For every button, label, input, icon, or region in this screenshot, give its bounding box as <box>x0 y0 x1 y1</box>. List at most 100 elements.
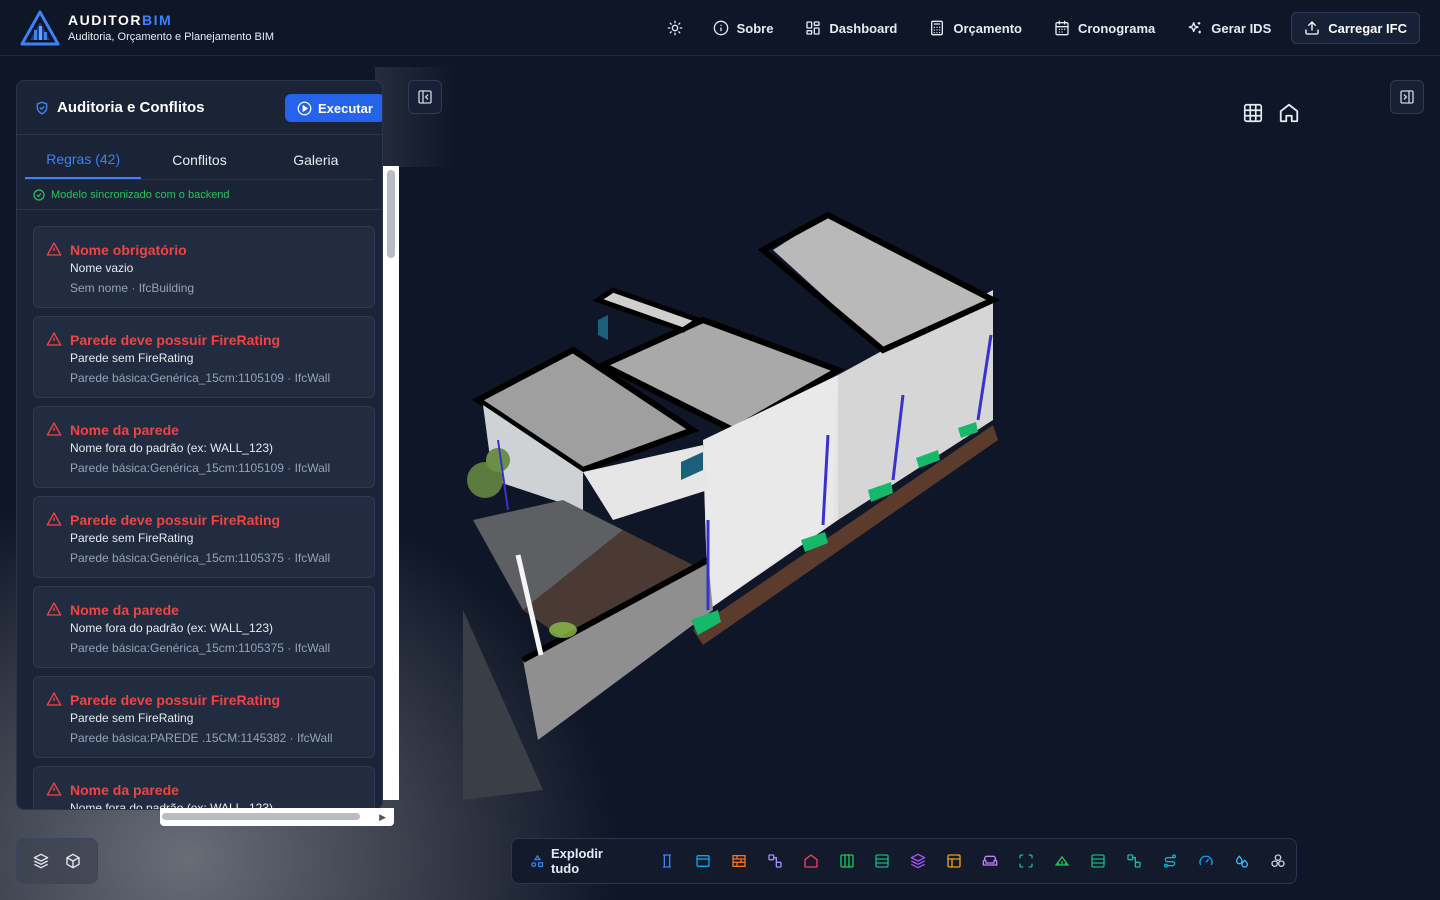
tool-components[interactable] <box>1260 843 1296 879</box>
scan-icon <box>1019 854 1034 868</box>
scroll-right-arrow-icon[interactable]: ▶ <box>379 812 386 823</box>
brand-name: AUDITORBIM <box>68 12 173 28</box>
rule-meta: Parede básica:Genérica_15cm:1105109 · If… <box>70 461 331 475</box>
nav-gerar-ids[interactable]: Gerar IDS <box>1171 12 1287 44</box>
column-icon <box>662 854 671 868</box>
panel-tabs: Regras (42) Conflitos Galeria <box>25 135 374 180</box>
tool-connection[interactable] <box>757 843 793 879</box>
model-toolbar: Explodir tudo <box>511 838 1297 884</box>
check-circle-icon <box>33 188 45 201</box>
route-icon <box>1164 854 1177 868</box>
building-3d-model[interactable] <box>463 190 1023 800</box>
rule-title: Parede deve possuir FireRating <box>70 692 281 708</box>
warning-triangle-icon <box>46 602 62 616</box>
tool-columns[interactable] <box>829 843 865 879</box>
warning-triangle-icon <box>46 242 62 256</box>
warning-triangle-icon <box>46 782 62 796</box>
tab-galeria[interactable]: Galeria <box>258 135 374 179</box>
boxes-icon <box>1271 854 1285 867</box>
tool-window[interactable] <box>685 843 721 879</box>
rule-title: Parede deve possuir FireRating <box>70 512 281 528</box>
columns-icon <box>839 854 854 868</box>
scroll-thumb[interactable] <box>387 170 395 258</box>
rule-meta: Parede básica:Genérica_15cm:1105109 · If… <box>70 371 331 385</box>
calculator-icon <box>931 20 944 36</box>
rule-card[interactable]: Parede deve possuir FireRating Parede se… <box>33 676 375 758</box>
rule-meta: Parede básica:PAREDE .15CM:1145382 · Ifc… <box>70 731 333 745</box>
nav-sobre[interactable]: Sobre <box>697 12 790 44</box>
table-icon <box>1091 854 1105 868</box>
tool-drops[interactable] <box>1224 843 1260 879</box>
rule-card[interactable]: Nome da parede Nome fora do padrão (ex: … <box>33 766 375 809</box>
rules-list: Nome obrigatório Nome vazio Sem nome · I… <box>17 210 382 809</box>
panel-header: Auditoria e Conflitos Executar <box>17 81 382 135</box>
scroll-thumb[interactable] <box>162 813 360 820</box>
tool-slabs[interactable] <box>864 843 900 879</box>
droplets-icon <box>1236 855 1249 868</box>
tool-gauge[interactable] <box>1188 843 1224 879</box>
tool-route[interactable] <box>1152 843 1188 879</box>
explode-all-button[interactable]: Explodir tudo <box>530 846 635 876</box>
tool-layers[interactable] <box>900 843 936 879</box>
rule-message: Nome vazio <box>70 261 134 275</box>
tool-brick-wall[interactable] <box>721 843 757 879</box>
rule-message: Parede sem FireRating <box>70 531 194 545</box>
brand[interactable]: AUDITORBIM Auditoria, Orçamento e Planej… <box>20 10 274 46</box>
home-icon[interactable] <box>1278 102 1300 124</box>
rule-meta: Parede básica:Genérica_15cm:1105375 · If… <box>70 551 331 565</box>
rule-card[interactable]: Parede deve possuir FireRating Parede se… <box>33 496 375 578</box>
sparkles-icon <box>1188 22 1202 34</box>
theme-toggle-button[interactable] <box>653 12 697 44</box>
run-audit-button[interactable]: Executar <box>285 94 382 122</box>
connection-icon <box>767 854 782 868</box>
explode-icon <box>531 854 544 867</box>
tool-layout[interactable] <box>936 843 972 879</box>
tool-focus[interactable] <box>1008 843 1044 879</box>
warning-triangle-icon <box>46 422 62 436</box>
link-icon <box>1127 854 1141 868</box>
tool-building[interactable] <box>793 843 829 879</box>
panel-horizontal-scrollbar[interactable]: ▶ <box>160 808 394 826</box>
nav-dashboard[interactable]: Dashboard <box>789 12 913 44</box>
tab-regras[interactable]: Regras (42) <box>25 135 142 179</box>
rows-icon <box>875 854 890 868</box>
rule-message: Parede sem FireRating <box>70 351 194 365</box>
rule-card[interactable]: Nome obrigatório Nome vazio Sem nome · I… <box>33 226 375 308</box>
layers-icon[interactable] <box>33 853 49 869</box>
info-icon <box>713 20 728 36</box>
tool-column[interactable] <box>649 843 685 879</box>
panel-vertical-scrollbar[interactable] <box>383 166 399 800</box>
gauge-icon <box>1199 855 1213 866</box>
rule-title: Parede deve possuir FireRating <box>70 332 281 348</box>
grid-icon[interactable] <box>1242 102 1264 124</box>
rule-card[interactable]: Parede deve possuir FireRating Parede se… <box>33 316 375 398</box>
house-icon <box>803 854 818 868</box>
layers-icon <box>911 853 926 869</box>
sofa-icon <box>983 855 998 866</box>
tab-conflitos[interactable]: Conflitos <box>141 135 257 179</box>
rule-title: Nome obrigatório <box>70 242 187 258</box>
nav-cronograma[interactable]: Cronograma <box>1038 12 1171 44</box>
rule-message: Nome fora do padrão (ex: WALL_123) <box>70 441 273 455</box>
tool-roof[interactable] <box>1044 843 1080 879</box>
rule-title: Nome da parede <box>70 782 179 798</box>
collapse-left-panel-button[interactable] <box>408 80 442 114</box>
upload-ifc-button[interactable]: Carregar IFC <box>1291 12 1420 44</box>
viewer-top-tools <box>1242 102 1300 124</box>
rule-message: Parede sem FireRating <box>70 711 194 725</box>
tool-link[interactable] <box>1116 843 1152 879</box>
window-icon <box>695 855 710 867</box>
tool-table[interactable] <box>1080 843 1116 879</box>
panel-right-icon <box>1400 90 1414 104</box>
dashboard-icon <box>806 21 821 35</box>
rule-message: Nome fora do padrão (ex: WALL_123) <box>70 621 273 635</box>
rule-meta: Sem nome · IfcBuilding <box>70 281 195 295</box>
panel-title: Auditoria e Conflitos <box>57 99 205 116</box>
nav-orcamento[interactable]: Orçamento <box>913 12 1038 44</box>
tool-furniture[interactable] <box>972 843 1008 879</box>
toggle-right-panel-button[interactable] <box>1390 80 1424 114</box>
top-nav: Sobre Dashboard Orçamento Cronograma Ger… <box>653 12 1420 44</box>
rule-card[interactable]: Nome da parede Nome fora do padrão (ex: … <box>33 586 375 668</box>
cube-icon[interactable] <box>65 853 81 869</box>
rule-card[interactable]: Nome da parede Nome fora do padrão (ex: … <box>33 406 375 488</box>
